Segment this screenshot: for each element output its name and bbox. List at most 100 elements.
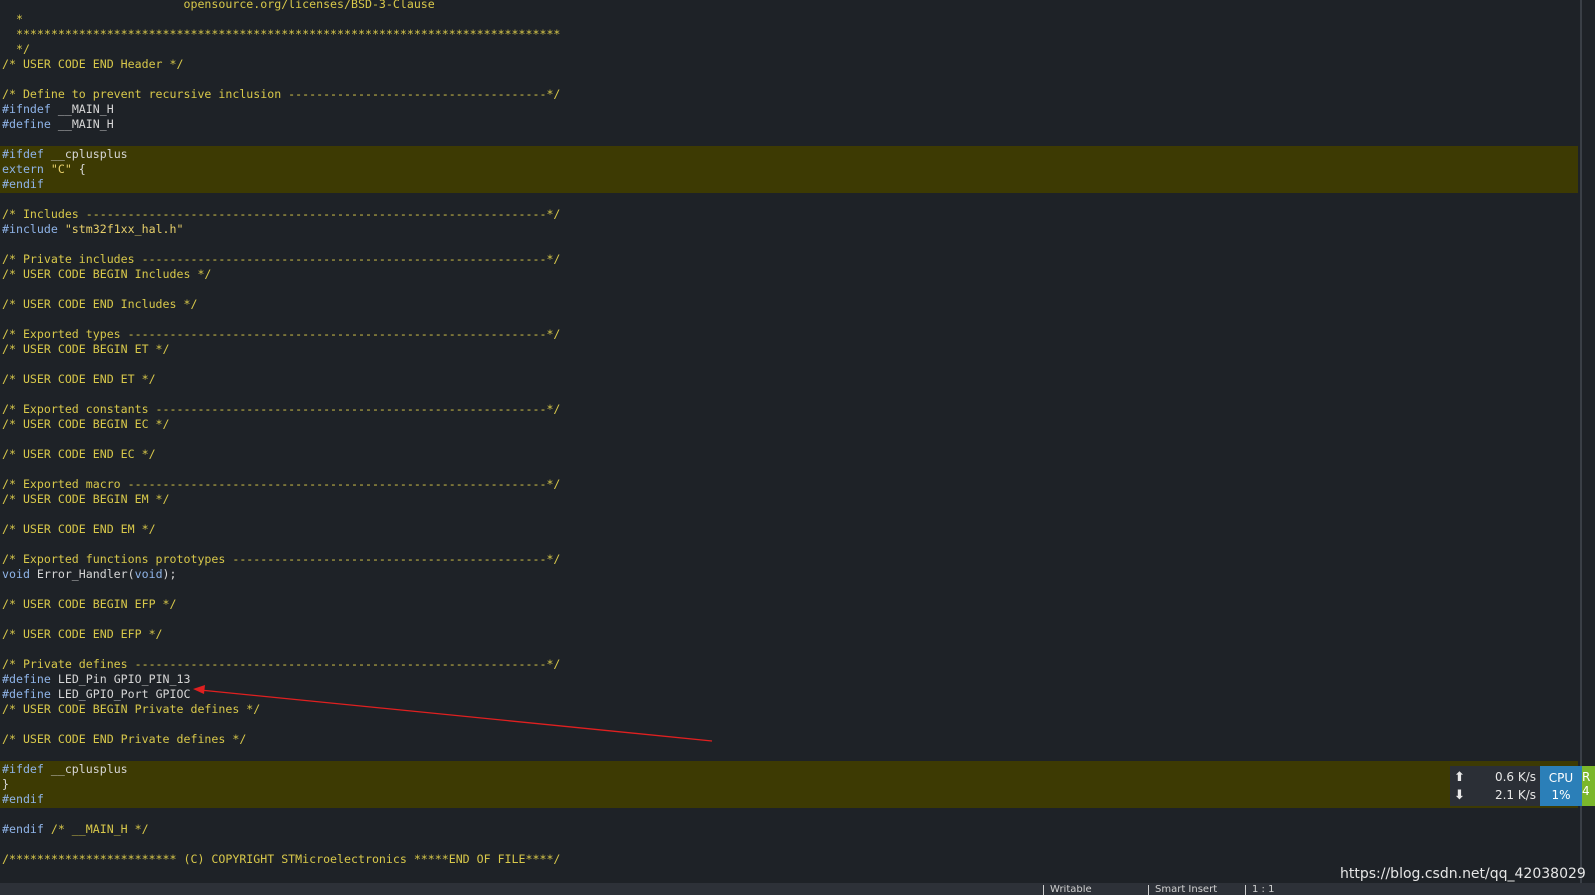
highlight-block <box>0 146 1578 193</box>
highlight-block <box>0 761 1578 808</box>
code-comment: /* USER CODE BEGIN Includes */ <box>2 267 212 281</box>
code-keyword: #endif <box>2 792 44 806</box>
status-cursor-position: 1 : 1 <box>1245 885 1342 895</box>
status-writable: Writable <box>1043 885 1145 895</box>
code-comment: /* USER CODE END EFP */ <box>2 627 163 641</box>
code-comment: /* Exported functions prototypes -------… <box>2 552 561 566</box>
code-comment: /* USER CODE END Includes */ <box>2 297 198 311</box>
code-line[interactable]: /* Exported types ----------------------… <box>2 327 560 342</box>
download-row: ⬇ 2.1 K/s <box>1454 786 1536 804</box>
code-text: } <box>2 777 9 791</box>
code-line[interactable]: /* USER CODE END Includes */ <box>2 297 197 312</box>
ram-value: 4 <box>1582 784 1590 798</box>
code-line[interactable]: #define LED_GPIO_Port GPIOC <box>2 687 190 702</box>
code-comment: /* Exported types ----------------------… <box>2 327 561 341</box>
code-line[interactable]: /* USER CODE END EC */ <box>2 447 156 462</box>
code-keyword: void <box>2 567 30 581</box>
cpu-value: 1% <box>1551 788 1571 802</box>
code-keyword: extern <box>2 162 44 176</box>
code-comment: opensource.org/licenses/BSD-3-Clause <box>2 0 435 11</box>
code-comment: /* Define to prevent recursive inclusion… <box>2 87 561 101</box>
code-line[interactable]: /* Private includes --------------------… <box>2 252 560 267</box>
code-line[interactable]: #define __MAIN_H <box>2 117 114 132</box>
arrow-up-icon: ⬆ <box>1454 769 1465 785</box>
code-line[interactable]: /* Define to prevent recursive inclusion… <box>2 87 560 102</box>
code-line[interactable]: } <box>2 777 9 792</box>
code-line[interactable]: */ <box>2 42 30 57</box>
code-comment: */ <box>2 42 30 56</box>
code-comment: /* Includes ----------------------------… <box>2 207 561 221</box>
code-comment: /* USER CODE END Header */ <box>2 57 184 71</box>
code-line[interactable]: /* Includes ----------------------------… <box>2 207 560 222</box>
code-line[interactable]: /* Exported functions prototypes -------… <box>2 552 560 567</box>
code-line[interactable]: #ifdef __cplusplus <box>2 762 128 777</box>
code-text: __MAIN_H <box>50 117 114 131</box>
code-comment: /* USER CODE BEGIN Private defines */ <box>2 702 261 716</box>
network-monitor-widget: ⬆ 0.6 K/s ⬇ 2.1 K/s CPU 1% R 4 <box>1450 766 1595 806</box>
code-comment: /* USER CODE END Private defines */ <box>2 732 247 746</box>
download-rate: 2.1 K/s <box>1494 788 1536 802</box>
code-string: "C" <box>50 162 72 176</box>
code-line[interactable]: /* USER CODE BEGIN ET */ <box>2 342 170 357</box>
code-comment: /************************ (C) COPYRIGHT … <box>2 852 561 866</box>
code-comment: ****************************************… <box>2 27 561 41</box>
status-bar: Writable Smart Insert 1 : 1 <box>0 883 1595 895</box>
code-line[interactable]: /* USER CODE BEGIN Includes */ <box>2 267 211 282</box>
code-line[interactable]: /* Private defines ---------------------… <box>2 657 560 672</box>
code-line[interactable]: void Error_Handler(void); <box>2 567 177 582</box>
code-line[interactable]: #ifdef __cplusplus <box>2 147 128 162</box>
code-line[interactable]: /* USER CODE END EM */ <box>2 522 156 537</box>
code-line[interactable]: * <box>2 12 23 27</box>
code-text: { <box>71 162 86 176</box>
code-line[interactable]: /* Exported constants ------------------… <box>2 402 560 417</box>
code-line[interactable]: /* Exported macro ----------------------… <box>2 477 560 492</box>
code-line[interactable]: #endif /* __MAIN_H */ <box>2 822 149 837</box>
code-comment: /* USER CODE END EC */ <box>2 447 156 461</box>
net-rates: ⬆ 0.6 K/s ⬇ 2.1 K/s <box>1450 766 1540 806</box>
code-line[interactable]: /* USER CODE BEGIN Private defines */ <box>2 702 260 717</box>
code-text: LED_GPIO_Port GPIOC <box>50 687 191 701</box>
code-keyword: #define <box>2 687 51 701</box>
code-line[interactable]: /* USER CODE END Header */ <box>2 57 183 72</box>
vertical-scrollbar[interactable] <box>1580 0 1582 883</box>
upload-rate: 0.6 K/s <box>1494 770 1536 784</box>
code-line[interactable]: #include "stm32f1xx_hal.h" <box>2 222 184 237</box>
code-line[interactable]: /************************ (C) COPYRIGHT … <box>2 852 560 867</box>
watermark-url: https://blog.csdn.net/qq_42038029 <box>1340 866 1586 882</box>
code-editor[interactable]: opensource.org/licenses/BSD-3-Clause * *… <box>0 0 1578 883</box>
code-line[interactable]: /* USER CODE END EFP */ <box>2 627 163 642</box>
cpu-usage: CPU 1% <box>1540 766 1582 806</box>
code-keyword: #define <box>2 117 51 131</box>
code-line[interactable]: extern "C" { <box>2 162 86 177</box>
code-text: __cplusplus <box>43 762 128 776</box>
code-line[interactable]: /* USER CODE END ET */ <box>2 372 156 387</box>
code-comment: /* Exported constants ------------------… <box>2 402 561 416</box>
code-line[interactable]: #ifndef __MAIN_H <box>2 102 114 117</box>
code-comment: /* Exported macro ----------------------… <box>2 477 561 491</box>
code-line[interactable]: /* USER CODE BEGIN EFP */ <box>2 597 177 612</box>
code-line[interactable]: opensource.org/licenses/BSD-3-Clause <box>2 0 435 12</box>
code-keyword: #ifdef <box>2 762 44 776</box>
code-comment: /* Private includes --------------------… <box>2 252 561 266</box>
code-keyword: #endif <box>2 822 44 836</box>
code-text: __cplusplus <box>43 147 128 161</box>
code-line[interactable]: #endif <box>2 792 44 807</box>
code-text: LED_Pin GPIO_PIN_13 <box>50 672 191 686</box>
code-keyword: #define <box>2 672 51 686</box>
code-comment: /* USER CODE BEGIN EFP */ <box>2 597 177 611</box>
code-line[interactable]: ****************************************… <box>2 27 560 42</box>
code-comment: /* __MAIN_H */ <box>43 822 149 836</box>
code-keyword: void <box>134 567 163 581</box>
code-text: Error_Handler( <box>29 567 135 581</box>
code-comment: /* USER CODE BEGIN ET */ <box>2 342 170 356</box>
code-line[interactable]: /* USER CODE END Private defines */ <box>2 732 246 747</box>
code-line[interactable]: /* USER CODE BEGIN EC */ <box>2 417 170 432</box>
code-line[interactable]: #endif <box>2 177 44 192</box>
code-keyword: #ifdef <box>2 147 44 161</box>
code-line[interactable]: /* USER CODE BEGIN EM */ <box>2 492 170 507</box>
arrow-down-icon: ⬇ <box>1454 787 1465 803</box>
code-comment: /* USER CODE END EM */ <box>2 522 156 536</box>
code-text: __MAIN_H <box>50 102 114 116</box>
code-line[interactable]: #define LED_Pin GPIO_PIN_13 <box>2 672 190 687</box>
